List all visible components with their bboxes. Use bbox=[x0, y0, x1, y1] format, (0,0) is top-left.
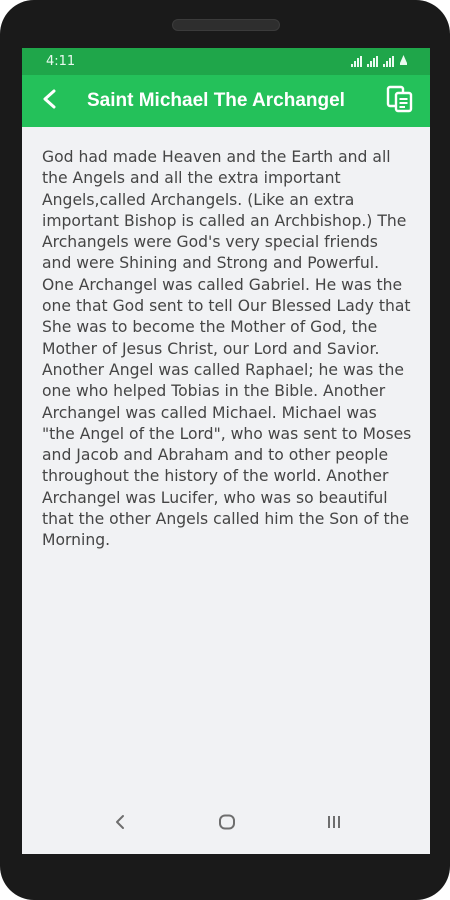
status-bar: 4:11 bbox=[22, 48, 430, 75]
back-arrow-icon bbox=[39, 88, 61, 114]
nav-back-icon bbox=[113, 814, 127, 834]
page-title: Saint Michael The Archangel bbox=[87, 90, 345, 111]
nav-home-button[interactable] bbox=[211, 808, 243, 840]
signal-icon bbox=[383, 56, 394, 67]
phone-frame: 4:11 Saint Michael The Archangel God had… bbox=[0, 0, 450, 900]
system-nav-bar bbox=[22, 794, 430, 854]
nav-back-button[interactable] bbox=[104, 808, 136, 840]
signal-icon bbox=[351, 56, 362, 67]
nav-recents-icon bbox=[326, 814, 342, 834]
signal-icon bbox=[367, 56, 378, 67]
nav-home-icon bbox=[218, 814, 236, 834]
nav-recents-button[interactable] bbox=[318, 808, 350, 840]
battery-saver-icon bbox=[399, 54, 408, 69]
copy-button[interactable] bbox=[382, 83, 418, 119]
status-time: 4:11 bbox=[46, 54, 76, 69]
phone-speaker bbox=[172, 19, 280, 31]
copy-icon bbox=[385, 84, 415, 118]
app-toolbar: Saint Michael The Archangel bbox=[22, 75, 430, 127]
back-button[interactable] bbox=[32, 83, 68, 119]
screen: 4:11 Saint Michael The Archangel God had… bbox=[22, 48, 430, 854]
article-text: God had made Heaven and the Earth and al… bbox=[42, 148, 412, 550]
status-icons bbox=[351, 54, 408, 69]
